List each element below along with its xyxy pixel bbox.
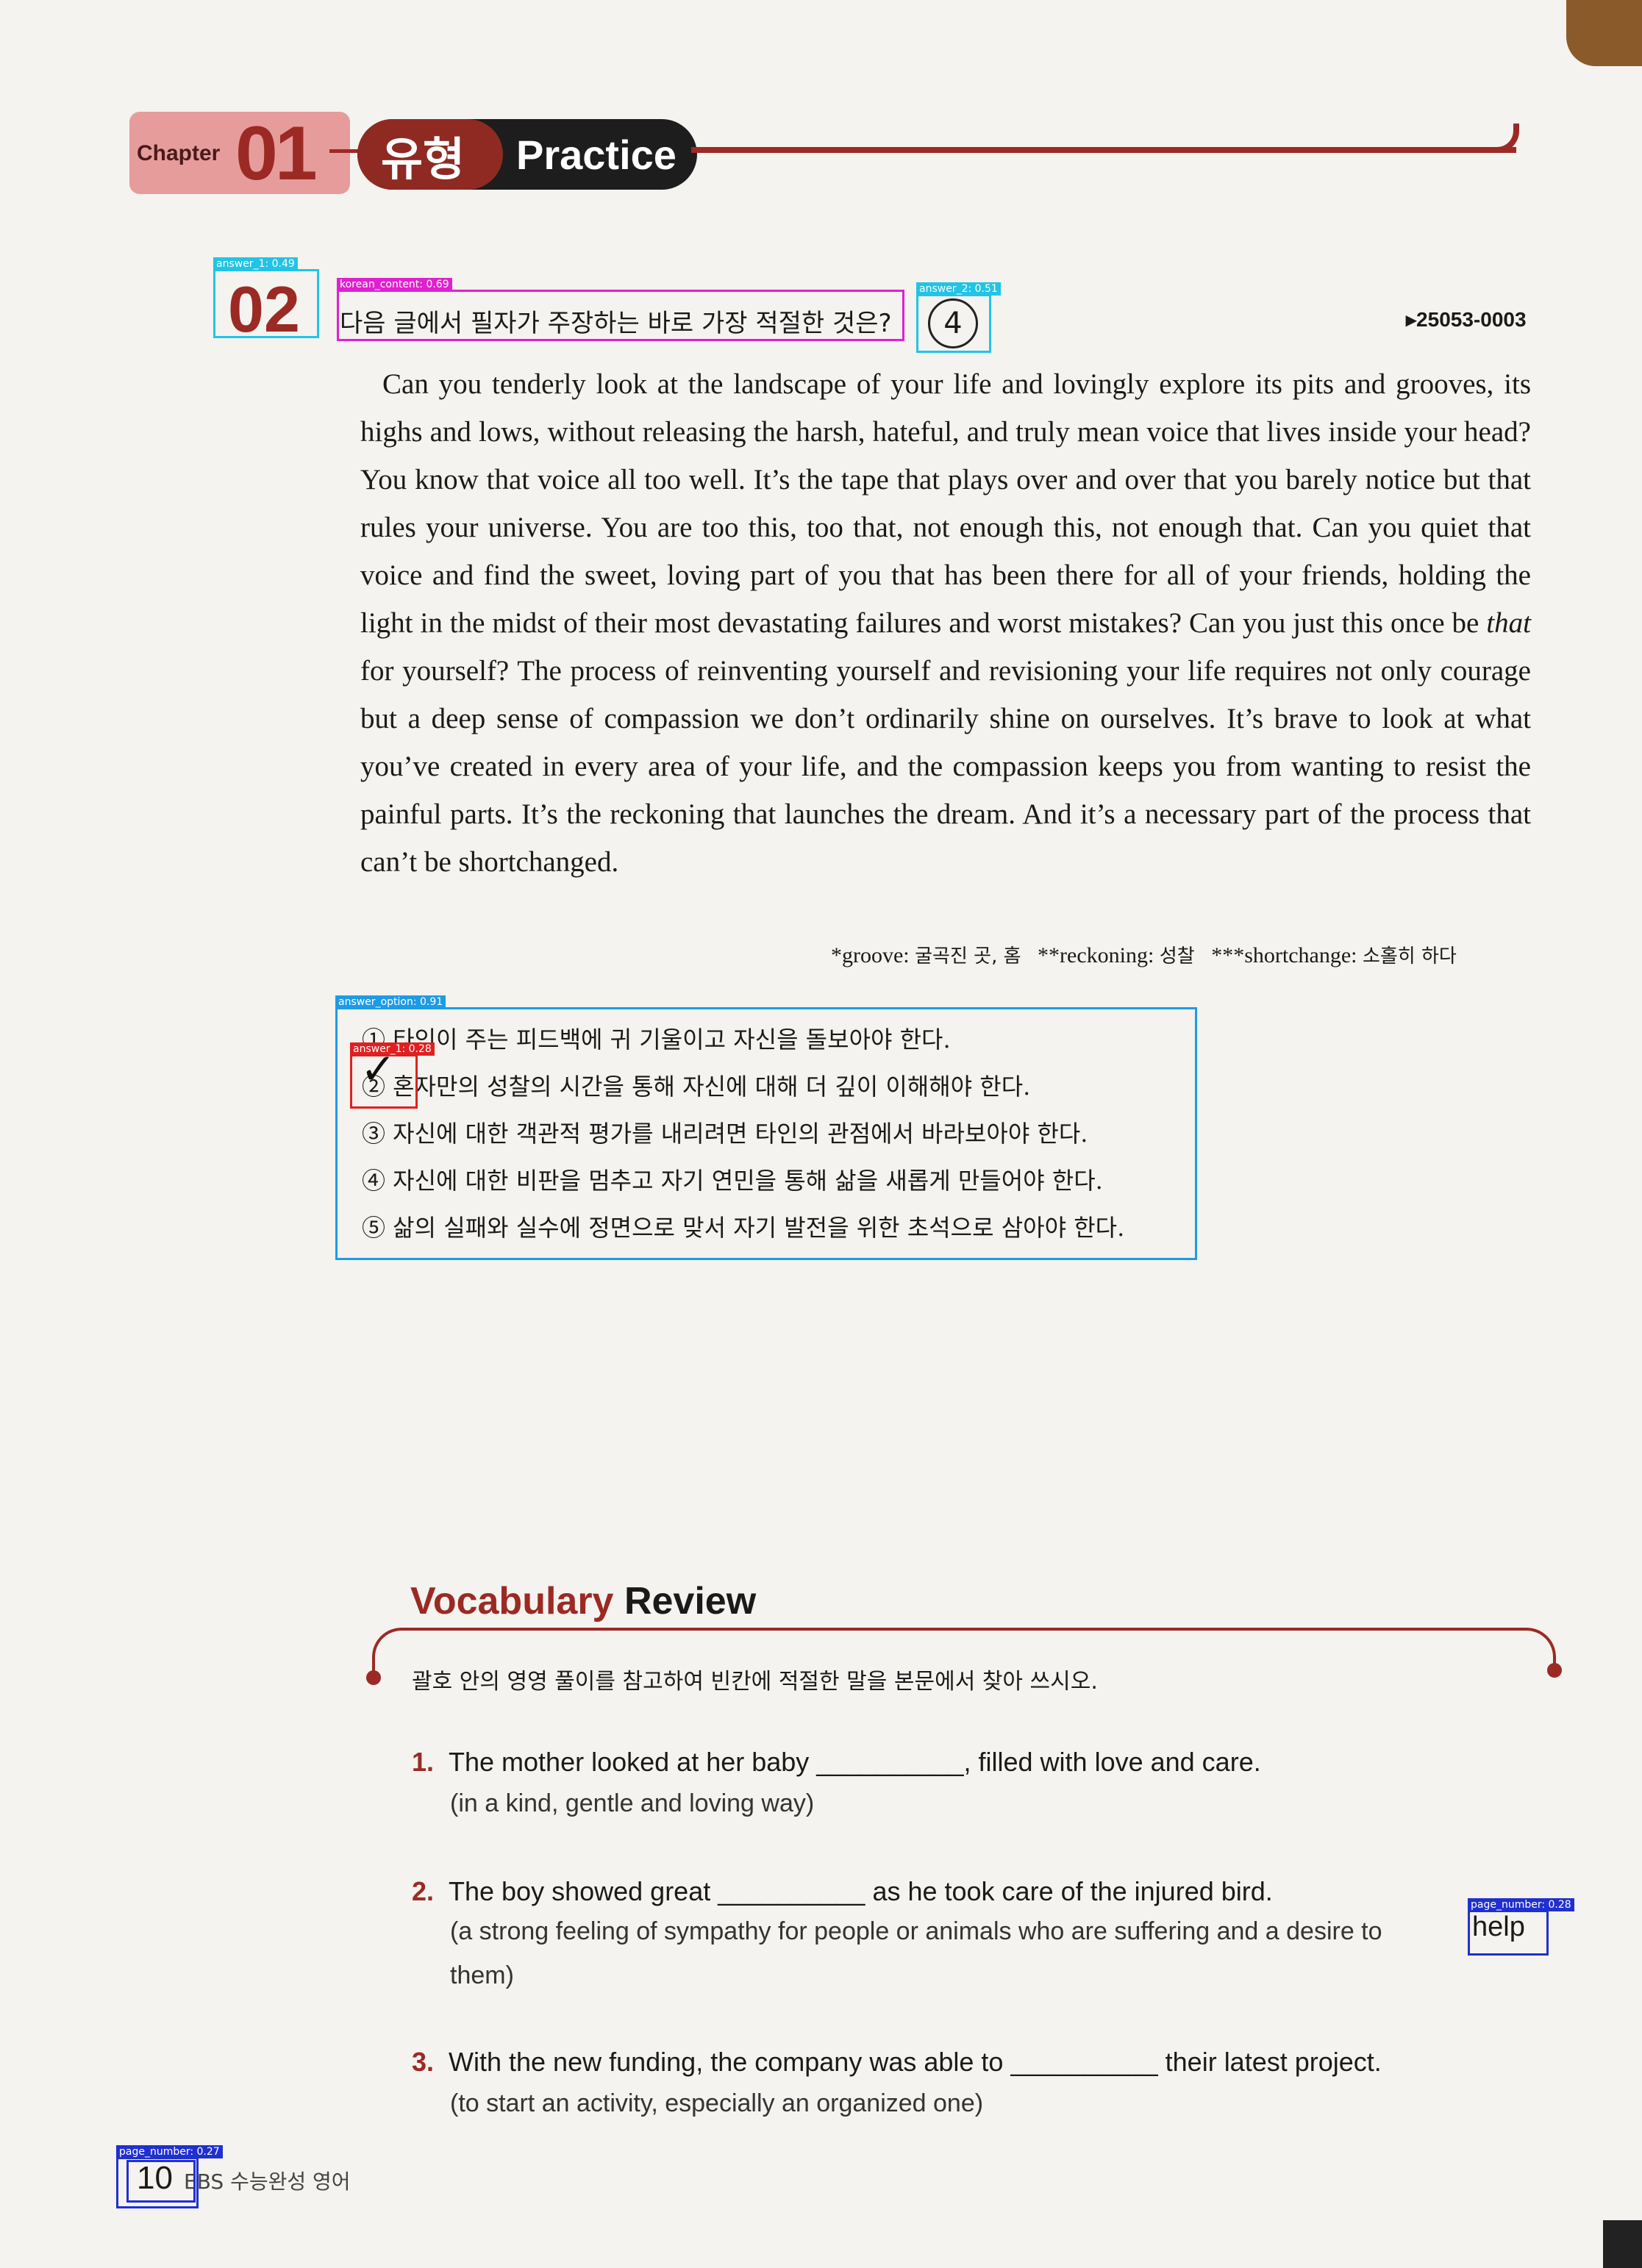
detection-box — [916, 294, 991, 353]
vocab-sentence: With the new funding, the company was ab… — [449, 2047, 1382, 2077]
vocab-instruction: 괄호 안의 영영 풀이를 참고하여 빈칸에 적절한 말을 본문에서 찾아 쓰시오… — [412, 1669, 1098, 1695]
binding-mark — [1603, 2220, 1642, 2268]
page-corner-tab — [1566, 0, 1642, 66]
vocab-frame-dot — [1547, 1663, 1562, 1678]
vocab-sentence: The boy showed great __________ as he to… — [449, 1876, 1273, 1906]
passage-text-1: Can you tenderly look at the landscape o… — [360, 368, 1531, 639]
question-code: ▸25053-0003 — [1406, 308, 1527, 331]
vocab-item-number: 3. — [412, 2047, 435, 2077]
detection-label: answer_1: 0.28 — [350, 1042, 435, 1056]
detection-label: page_number: 0.28 — [1468, 1898, 1574, 1911]
detection-label: answer_1: 0.49 — [213, 257, 298, 271]
vocab-definition: (a strong feeling of sympathy for people… — [450, 1917, 1382, 1945]
vocab-definition: them) — [450, 1961, 514, 1989]
vocab-title-rest: Review — [624, 1580, 757, 1623]
vocab-item: 2. The boy showed great __________ as he … — [412, 1876, 1273, 1907]
footnote-term: *groove: — [831, 943, 915, 967]
footnote-term: ***shortchange: — [1211, 943, 1363, 967]
type-korean-label: 유형 — [381, 132, 465, 186]
detection-box — [213, 269, 319, 338]
footnote-meaning: 굴곡진 곳, 홈 — [915, 945, 1021, 967]
vocab-frame-dot — [366, 1670, 381, 1685]
book-title: EBS 수능완성 영어 — [184, 2169, 351, 2194]
detection-label: page_number: 0.27 — [116, 2145, 223, 2158]
type-english-label: Practice — [516, 132, 677, 178]
vocab-item: 1. The mother looked at her baby ________… — [412, 1747, 1261, 1778]
detection-label: answer_2: 0.51 — [916, 282, 1001, 296]
reading-passage: Can you tenderly look at the landscape o… — [360, 360, 1531, 886]
chapter-number: 01 — [235, 111, 318, 196]
detection-box — [126, 2160, 196, 2203]
footnote-meaning: 성찰 — [1159, 945, 1195, 967]
detection-box — [1468, 1910, 1549, 1956]
vocab-title: Vocabulary Review — [410, 1579, 756, 1623]
footnote-meaning: 소홀히 하다 — [1362, 945, 1457, 967]
passage-emphasis: that — [1486, 607, 1531, 639]
detection-box — [350, 1054, 418, 1109]
vocab-title-colored: Vocabulary — [410, 1580, 614, 1623]
detection-label: korean_content: 0.69 — [337, 278, 452, 291]
vocab-definition: (to start an activity, especially an org… — [450, 2089, 984, 2117]
footnote-term: **reckoning: — [1038, 943, 1160, 967]
vocab-sentence: The mother looked at her baby __________… — [449, 1747, 1261, 1777]
vocab-definition: (in a kind, gentle and loving way) — [450, 1789, 815, 1817]
vocab-item-number: 2. — [412, 1876, 435, 1906]
chapter-label: Chapter — [137, 141, 221, 165]
footnotes: *groove: 굴곡진 곳, 홈 **reckoning: 성찰 ***sho… — [831, 941, 1457, 968]
detection-box — [335, 1007, 1197, 1260]
vocab-item-number: 1. — [412, 1747, 435, 1777]
detection-box — [337, 290, 904, 341]
detection-label: answer_option: 0.91 — [335, 995, 446, 1009]
passage-text-2: for yourself? The process of reinventing… — [360, 655, 1531, 878]
header-rule — [691, 147, 1516, 153]
vocab-item: 3. With the new funding, the company was … — [412, 2047, 1382, 2078]
chapter-connector — [329, 149, 359, 153]
